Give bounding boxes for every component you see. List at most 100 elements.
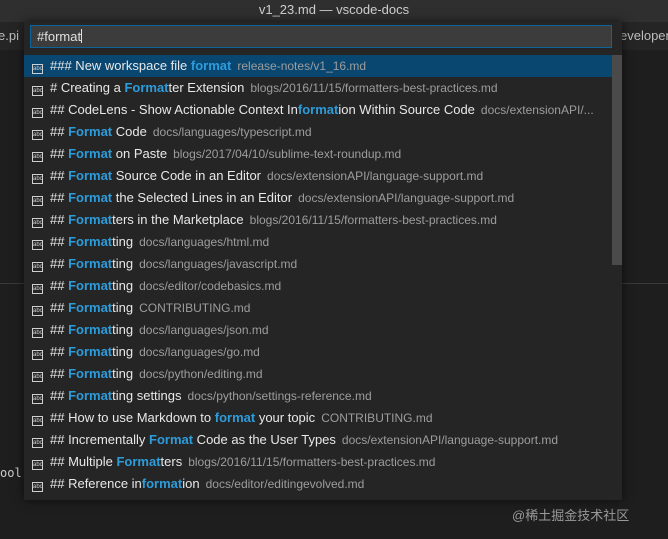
result-title-suffix: ion Within Source Code [338,102,475,117]
scrollbar-thumb[interactable] [612,55,622,265]
result-title-suffix: ting settings [112,388,182,403]
result-match-highlight: Format [68,124,113,139]
result-match-highlight: Format [68,256,113,271]
quick-open-query: #format [37,29,82,44]
result-row[interactable]: abc ## Format the Selected Lines in an Ed… [24,187,612,209]
symbol-string-icon: abc [32,240,43,250]
result-title-prefix: ## Multiple [50,454,117,469]
symbol-string-icon: abc [32,86,43,96]
editor-code-fragment: ool [0,466,22,480]
result-path: docs/languages/typescript.md [152,125,312,139]
symbol-string-icon: abc [32,372,43,382]
result-path: docs/python/settings-reference.md [187,389,372,403]
result-match-highlight: format [214,410,256,425]
result-title-prefix: ## [50,168,69,183]
result-path: docs/extensionAPI/language-support.md [298,191,515,205]
result-title-prefix: ## [50,366,69,381]
result-match-highlight: Format [68,234,113,249]
result-row[interactable]: abc ## Formatting docs/languages/json.md [24,319,612,341]
result-row[interactable]: abc ## Format Source Code in an Editor doc… [24,165,612,187]
result-row[interactable]: abc ## Formatting docs/editor/codebasics.m… [24,275,612,297]
result-title-prefix: ## [50,256,69,271]
result-match-highlight: format [297,102,339,117]
result-row[interactable]: abc ## Formatting docs/languages/html.md [24,231,612,253]
result-match-highlight: Format [149,432,194,447]
result-title-prefix: ## [50,146,69,161]
result-title-prefix: ## How to use Markdown to [50,410,215,425]
result-match-highlight: Format [68,190,113,205]
result-title-prefix: ## [50,124,69,139]
result-title-prefix: ## [50,212,69,227]
symbol-string-icon: abc [32,460,43,470]
text-cursor [81,29,83,43]
result-row[interactable]: abc ## Format on Paste blogs/2017/04/10/su… [24,143,612,165]
result-path: docs/editor/codebasics.md [139,279,282,293]
symbol-string-icon: abc [32,482,43,492]
result-path: blogs/2017/04/10/sublime-text-roundup.md [173,147,402,161]
result-row[interactable]: abc ## Format Code docs/languages/typescri… [24,121,612,143]
quick-open-results: abc ### New workspace file format release-… [24,55,612,497]
result-title-prefix: ## Reference in [50,476,142,491]
result-title-suffix: ting [112,234,134,249]
result-title-suffix: your topic [255,410,316,425]
editor-tab-left[interactable]: e.pi [0,28,19,43]
result-match-highlight: format [141,476,183,491]
result-path: CONTRIBUTING.md [321,411,433,425]
result-row[interactable]: abc ## Incrementally Format Code as the U… [24,429,612,451]
result-row[interactable]: abc ## Formatting CONTRIBUTING.md [24,297,612,319]
result-title-suffix: ter Extension [168,80,245,95]
result-path: docs/languages/javascript.md [139,257,298,271]
symbol-string-icon: abc [32,438,43,448]
result-row[interactable]: abc ### New workspace file format release-… [24,55,612,77]
result-row[interactable]: abc ## Formatters in the Marketplace blogs… [24,209,612,231]
result-title-suffix: ting [112,278,134,293]
symbol-string-icon: abc [32,284,43,294]
symbol-string-icon: abc [32,196,43,206]
result-row[interactable]: abc ## Formatting docs/languages/javascrip… [24,253,612,275]
result-path: docs/editor/editingevolved.md [205,477,365,491]
symbol-string-icon: abc [32,350,43,360]
result-row[interactable]: abc ## Formatting settings docs/python/set… [24,385,612,407]
result-title-suffix: ters [160,454,183,469]
result-row[interactable]: abc ## Formatting docs/languages/go.md [24,341,612,363]
result-row[interactable]: abc ## Multiple Formatters blogs/2016/11/1… [24,451,612,473]
result-match-highlight: Format [116,454,161,469]
result-match-highlight: Format [68,146,113,161]
symbol-string-icon: abc [32,130,43,140]
result-title-prefix: ## Incrementally [50,432,149,447]
result-title-suffix: the Selected Lines in an Editor [112,190,293,205]
result-match-highlight: Format [68,168,113,183]
result-row[interactable]: abc ## Formatting docs/python/editing.md [24,363,612,385]
quick-open-widget: #format abc ### New workspace file format… [24,22,622,500]
results-scrollbar[interactable] [612,55,622,497]
result-title-suffix: ting [112,344,134,359]
editor-tab-right[interactable]: eveloper [620,28,668,43]
result-row[interactable]: abc ## CodeLens - Show Actionable Context… [24,99,612,121]
symbol-string-icon: abc [32,64,43,74]
symbol-string-icon: abc [32,152,43,162]
result-title-suffix: Source Code in an Editor [112,168,262,183]
result-match-highlight: Format [68,388,113,403]
result-title-prefix: ## [50,388,69,403]
result-title-prefix: ## [50,300,69,315]
result-path: blogs/2016/11/15/formatters-best-practic… [188,455,436,469]
result-row[interactable]: abc ## Reference information docs/editor/e… [24,473,612,495]
quick-open-input[interactable]: #format [30,25,612,48]
result-title-prefix: ## [50,278,69,293]
result-row[interactable]: abc ## How to use Markdown to format your… [24,407,612,429]
result-title-suffix: ters in the Marketplace [112,212,244,227]
result-title-suffix: ting [112,322,134,337]
result-path: docs/extensionAPI/language-support.md [267,169,484,183]
result-title-prefix: # Creating a [50,80,125,95]
result-path: docs/languages/json.md [139,323,269,337]
symbol-string-icon: abc [32,262,43,272]
result-title-prefix: ### New workspace file [50,58,191,73]
symbol-string-icon: abc [32,174,43,184]
watermark: @稀土掘金技术社区 [512,508,630,523]
result-match-highlight: Format [124,80,169,95]
result-path: blogs/2016/11/15/formatters-best-practic… [250,81,498,95]
result-title-prefix: ## CodeLens - Show Actionable Context In [50,102,298,117]
result-match-highlight: Format [68,278,113,293]
result-row[interactable]: abc # Creating a Formatter Extension blogs… [24,77,612,99]
symbol-string-icon: abc [32,108,43,118]
